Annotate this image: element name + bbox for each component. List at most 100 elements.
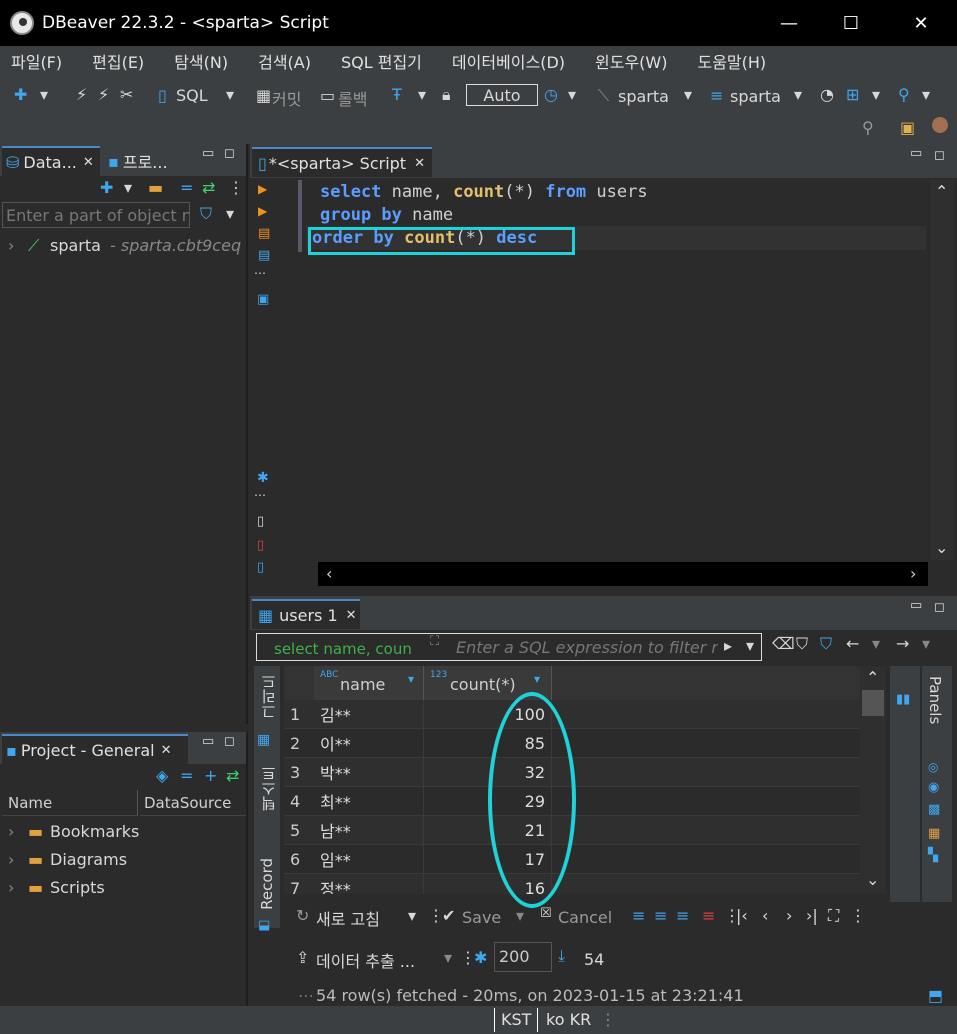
auto-commit-button[interactable]: Auto [466, 84, 538, 106]
scroll-right-icon[interactable]: › [910, 564, 916, 583]
expand-arrow-icon[interactable]: › [8, 878, 14, 897]
reconnect-icon[interactable]: ✂ [120, 85, 133, 104]
table-row[interactable]: 2 이** 85 [284, 729, 860, 758]
transaction-mode-icon[interactable]: Ŧ [392, 85, 402, 104]
rollback-icon[interactable]: ▭ [320, 86, 335, 105]
save-dropdown-icon[interactable]: ▾ [516, 906, 524, 925]
settings-icon[interactable]: ✱ [257, 470, 269, 486]
import-icon[interactable]: ▯ [257, 538, 264, 553]
close-button[interactable]: ✕ [890, 0, 952, 46]
fetch-all-icon[interactable]: ⛶ [828, 906, 839, 926]
history-dropdown-icon[interactable]: ▾ [568, 85, 576, 104]
scroll-left-icon[interactable]: ‹ [326, 564, 332, 583]
sql-editor-icon[interactable]: ▯ [158, 86, 167, 105]
menu-database[interactable]: 데이터베이스(D) [452, 49, 565, 73]
scroll-up-icon[interactable]: ⌃ [866, 668, 879, 687]
connection-tree-item[interactable]: sparta [50, 236, 101, 255]
menu-file[interactable]: 파일(F) [11, 49, 62, 73]
erd-icon[interactable]: ⊞ [846, 85, 859, 104]
nav-dropdown-icon[interactable]: ▾ [124, 178, 132, 197]
project-item-diagrams[interactable]: Diagrams [50, 850, 127, 869]
disconnect-icon[interactable]: ⚡ [98, 85, 109, 104]
horizontal-scrollbar[interactable] [318, 562, 928, 586]
execute-script-icon[interactable]: ▤ [258, 226, 270, 241]
scroll-down-icon[interactable]: ⌄ [866, 870, 879, 889]
console-icon[interactable]: ▣ [257, 292, 269, 307]
menu-help[interactable]: 도움말(H) [697, 49, 766, 73]
table-row[interactable]: 1 김** 100 [284, 700, 860, 729]
cell-name[interactable]: 남** [314, 816, 424, 845]
explain-plan-icon[interactable]: ▤ [258, 248, 270, 263]
cell-name[interactable]: 이** [314, 729, 424, 758]
export-icon[interactable]: ⇪ [296, 948, 309, 967]
filter-icon[interactable]: ⛉ [200, 204, 212, 224]
minimize-panel-icon[interactable]: ▭ [910, 598, 922, 613]
lock-icon[interactable]: 🔒︎ [442, 85, 451, 105]
code-line-2[interactable]: group by name [320, 205, 453, 225]
schema-selector[interactable]: sparta [730, 87, 781, 106]
layout-icon[interactable]: ⬒ [928, 986, 943, 1005]
cell-name[interactable]: 최** [314, 787, 424, 816]
menu-sql-editor[interactable]: SQL 편집기 [341, 49, 422, 73]
table-row[interactable]: 7 정** 16 [284, 874, 860, 894]
close-tab-icon[interactable]: ✕ [414, 156, 425, 171]
connect-icon[interactable]: ⚡ [76, 85, 87, 104]
link-icon[interactable]: ⇄ [226, 766, 239, 785]
transaction-dropdown-icon[interactable]: ▾ [418, 85, 426, 104]
panel-icon-3[interactable]: ▩ [928, 802, 940, 817]
delete-row-icon[interactable]: ≡ [702, 906, 715, 925]
add-icon[interactable]: + [204, 766, 217, 785]
fetch-size-input[interactable]: 200 [494, 942, 552, 972]
export-icon[interactable]: ▯ [257, 514, 264, 529]
refresh-button[interactable]: 새로 고침 [316, 906, 380, 930]
sql-button[interactable]: SQL [176, 86, 208, 105]
quick-search-icon[interactable]: ⚲ [862, 118, 874, 137]
datasource-selector[interactable]: sparta [618, 87, 669, 106]
datasource-dropdown-icon[interactable]: ▾ [684, 85, 692, 104]
edit-row-icon[interactable]: ≡ [632, 906, 645, 925]
maximize-button[interactable]: ☐ [820, 0, 882, 46]
avatar[interactable] [932, 117, 948, 133]
tab-project-general[interactable]: ▪ Project - General ✕ [2, 734, 188, 764]
minimize-panel-icon[interactable]: ▭ [202, 734, 214, 749]
history-icon[interactable]: ◷ [544, 85, 558, 104]
folder-icon[interactable]: ▬ [148, 178, 163, 197]
table-row[interactable]: 6 임** 17 [284, 845, 860, 874]
cell-name[interactable]: 박** [314, 758, 424, 787]
save-icon[interactable]: ✔ [442, 906, 455, 925]
menu-navigate[interactable]: 탐색(N) [174, 49, 228, 73]
column-header-datasource[interactable]: DataSource [140, 790, 246, 816]
minimize-panel-icon[interactable]: ▭ [910, 146, 922, 161]
maximize-panel-icon[interactable]: ◻ [934, 600, 945, 615]
scroll-down-icon[interactable]: ⌄ [935, 538, 948, 557]
erd-dropdown-icon[interactable]: ▾ [872, 85, 880, 104]
new-connection-icon[interactable]: ✚ [14, 85, 27, 104]
forward-dropdown-icon[interactable]: ▾ [922, 634, 930, 653]
minimize-button[interactable]: — [758, 0, 820, 46]
save-button[interactable]: Save [462, 908, 501, 927]
menu-window[interactable]: 윈도우(W) [595, 49, 667, 73]
more-actions-icon[interactable]: ⋯ [254, 488, 266, 502]
panel-icon-5[interactable]: ▚ [928, 848, 938, 863]
menu-edit[interactable]: 편집(E) [92, 49, 144, 73]
close-tab-icon[interactable]: ✕ [83, 155, 94, 170]
cell-name[interactable]: 정** [314, 874, 424, 894]
column-header-name[interactable]: Name [2, 790, 138, 816]
cancel-icon[interactable]: ☒ [540, 906, 552, 921]
next-page-icon[interactable]: › [786, 906, 792, 925]
copy-row-icon[interactable]: ≡ [676, 906, 689, 925]
more-options-icon[interactable]: ⋮ [228, 178, 244, 197]
first-page-icon[interactable]: |‹ [736, 906, 748, 925]
dropdown-arrow-icon[interactable]: ▾ [40, 85, 48, 104]
collapse-all-icon[interactable]: = [180, 178, 193, 197]
maximize-panel-icon[interactable]: ◻ [224, 146, 235, 161]
tab-sparta-script[interactable]: ▯ *<sparta> Script ✕ [252, 147, 432, 177]
add-row-icon[interactable]: ≡ [654, 906, 667, 925]
fetch-next-icon[interactable]: ⤓ [558, 946, 565, 966]
format-icon[interactable]: ▯ [257, 560, 264, 575]
code-line-1[interactable]: select name, count(*) from users [320, 182, 648, 202]
maximize-panel-icon[interactable]: ◻ [224, 734, 235, 749]
cell-name[interactable]: 임** [314, 845, 424, 874]
expand-arrow-icon[interactable]: › [8, 236, 14, 255]
more-actions-icon[interactable]: ⋯ [254, 266, 266, 280]
